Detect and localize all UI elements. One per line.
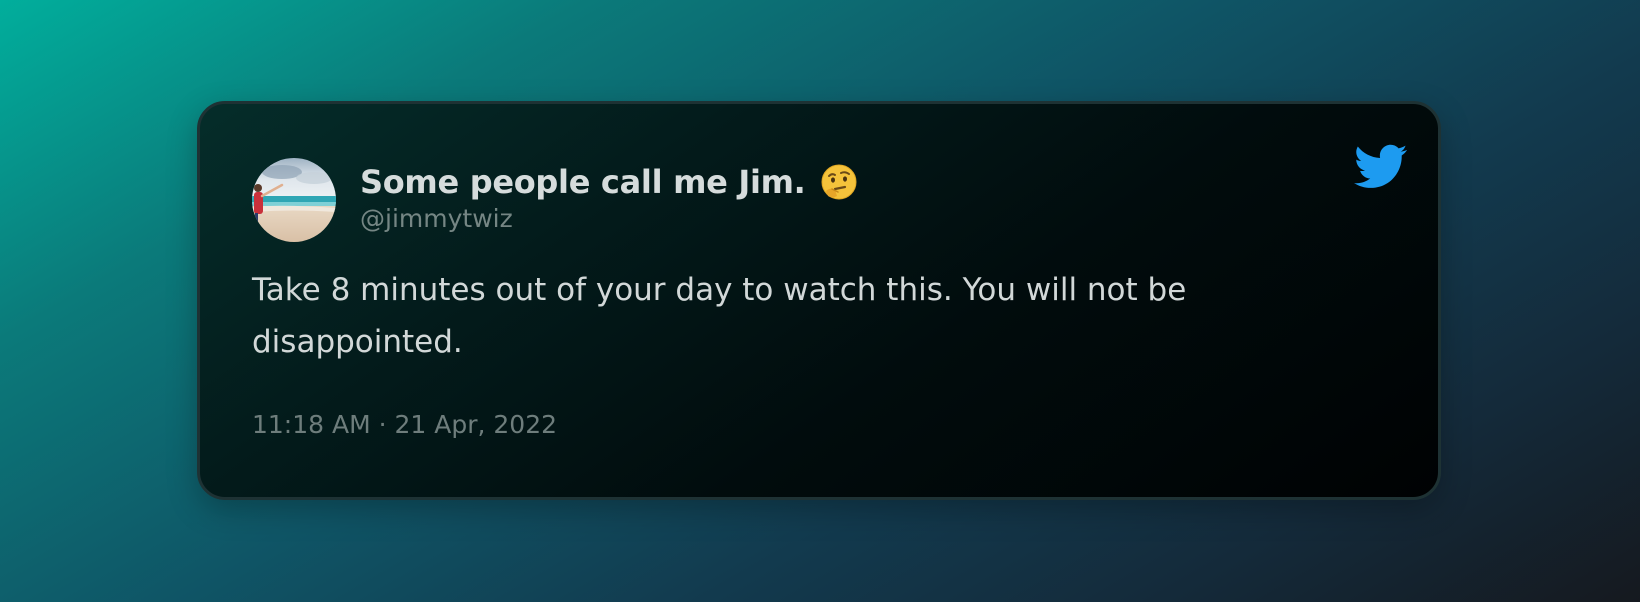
avatar[interactable] — [252, 158, 336, 242]
tweet-card[interactable]: Some people call me Jim. @jimmytwiz Take… — [197, 101, 1441, 500]
thinking-face-icon — [820, 163, 858, 201]
author-name-row: Some people call me Jim. — [360, 160, 858, 204]
tweet-timestamp[interactable]: 11:18 AM · 21 Apr, 2022 — [252, 410, 557, 439]
tweet-text: Take 8 minutes out of your day to watch … — [252, 272, 1187, 360]
author-handle[interactable]: @jimmytwiz — [360, 204, 513, 233]
twitter-bird-icon[interactable] — [1354, 144, 1408, 190]
display-name[interactable]: Some people call me Jim. — [360, 163, 806, 201]
